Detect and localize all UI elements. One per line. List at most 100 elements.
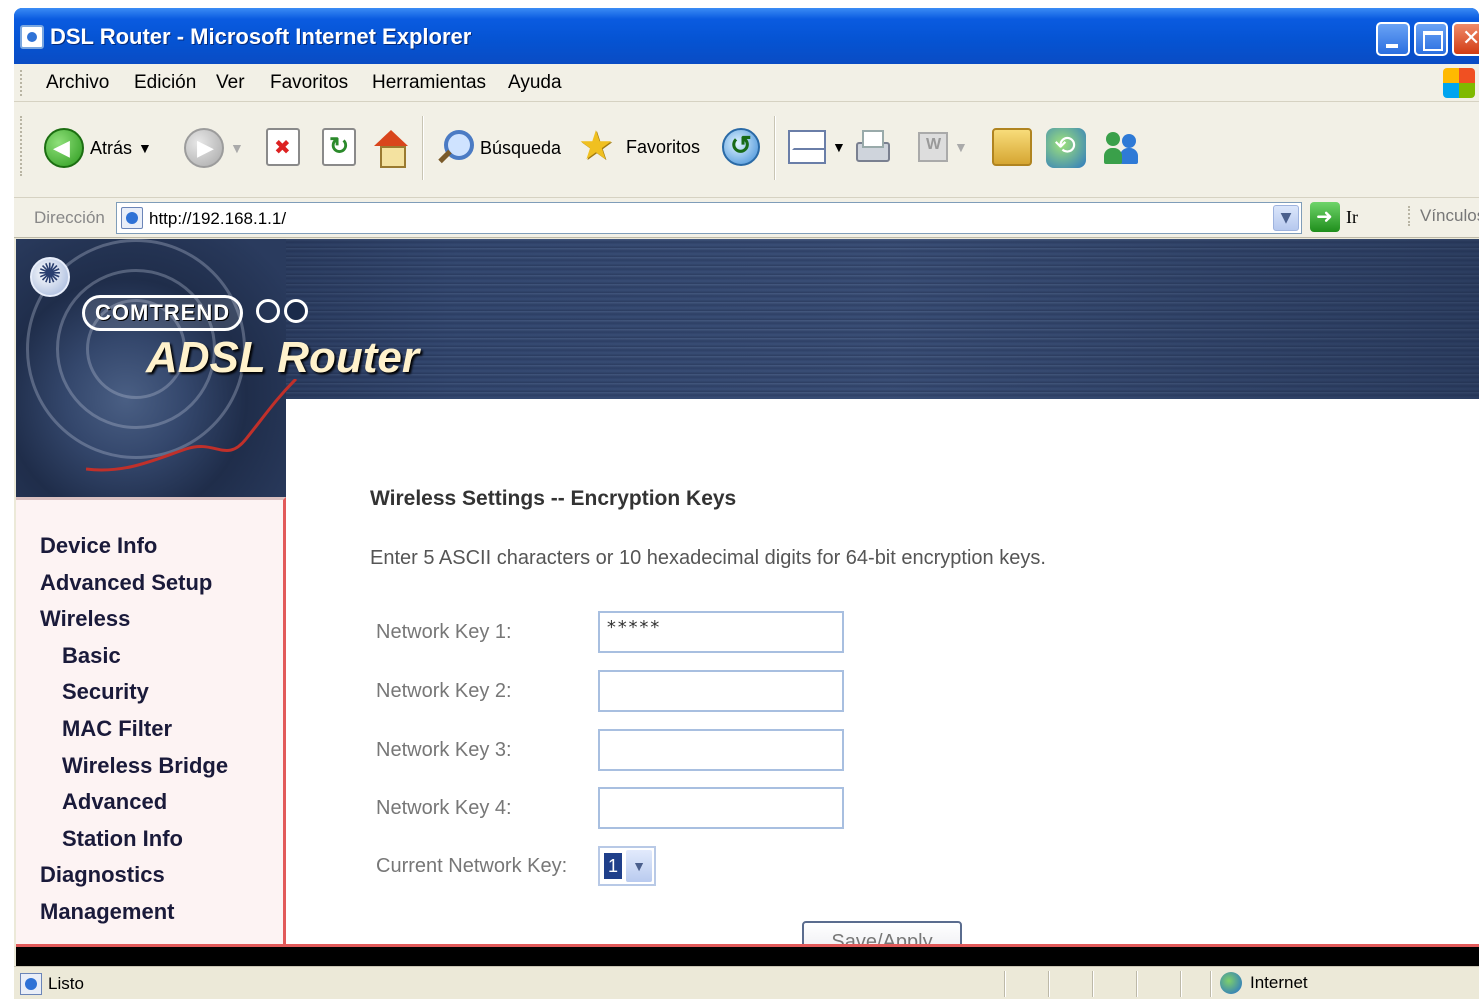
- menu-edicion[interactable]: Edición: [134, 72, 196, 94]
- red-wave-decoration: [86, 379, 298, 472]
- sidebar-nav: Device Info Advanced Setup Wireless Basi…: [16, 497, 286, 944]
- home-button[interactable]: [372, 128, 410, 168]
- page-icon: [121, 207, 143, 229]
- network-key-1-label: Network Key 1:: [376, 620, 512, 643]
- globe-icon: [1220, 972, 1242, 994]
- page-viewport: COMTREND ADSL Router Device Info Advance…: [16, 239, 1479, 966]
- zone-label: Internet: [1250, 973, 1308, 992]
- page-title: Wireless Settings -- Encryption Keys: [370, 487, 737, 510]
- network-key-3-input[interactable]: [598, 729, 844, 771]
- menu-bar: Archivo Edición Ver Favoritos Herramient…: [14, 64, 1479, 102]
- forward-arrow-icon: [184, 128, 224, 168]
- links-label[interactable]: Vínculos: [1408, 206, 1479, 226]
- print-button[interactable]: [852, 128, 890, 166]
- star-icon: ★: [578, 124, 614, 168]
- favorites-button[interactable]: ★ Favoritos: [578, 126, 700, 168]
- address-input[interactable]: http://192.168.1.1/ ▼: [116, 202, 1302, 234]
- search-icon: [434, 128, 474, 168]
- maximize-button[interactable]: [1414, 22, 1448, 56]
- history-icon: [722, 128, 760, 166]
- title-bar: DSL Router - Microsoft Internet Explorer: [14, 8, 1479, 64]
- brand-dots: [256, 299, 312, 327]
- window-title: DSL Router - Microsoft Internet Explorer: [50, 24, 472, 49]
- nav-wireless[interactable]: Wireless: [40, 601, 228, 638]
- address-url[interactable]: http://192.168.1.1/: [149, 209, 286, 229]
- mail-dropdown-icon[interactable]: ▼: [832, 139, 846, 155]
- favorites-label: Favoritos: [626, 136, 701, 157]
- network-key-4-label: Network Key 4:: [376, 796, 512, 819]
- go-arrow-icon: [1310, 202, 1340, 232]
- chevron-down-icon[interactable]: ▼: [626, 850, 652, 882]
- standard-toolbar: Atrás ▼ ▼ Búsqueda ★ Fav: [14, 102, 1479, 198]
- nav-management[interactable]: Management: [40, 894, 228, 931]
- back-dropdown-icon[interactable]: ▼: [138, 140, 152, 156]
- search-label: Búsqueda: [480, 137, 562, 158]
- status-page-icon: [20, 973, 42, 995]
- messenger-button[interactable]: [1046, 128, 1086, 168]
- menu-archivo[interactable]: Archivo: [46, 72, 109, 94]
- network-key-2-input[interactable]: [598, 670, 844, 712]
- edit-dropdown-icon[interactable]: ▼: [954, 139, 968, 155]
- toolbar-grip: [20, 116, 23, 176]
- discuss-button[interactable]: [992, 128, 1032, 166]
- address-dropdown-icon[interactable]: ▼: [1273, 205, 1299, 231]
- nav-advanced-setup[interactable]: Advanced Setup: [40, 565, 228, 602]
- toolbar-separator: [774, 116, 776, 180]
- current-network-key-value: 1: [604, 853, 622, 879]
- network-key-4-input[interactable]: [598, 787, 844, 829]
- edit-icon: [918, 132, 948, 162]
- search-button[interactable]: Búsqueda: [434, 128, 561, 168]
- refresh-button[interactable]: [322, 128, 356, 166]
- network-key-3-label: Network Key 3:: [376, 738, 512, 761]
- nav-diagnostics[interactable]: Diagnostics: [40, 857, 228, 894]
- go-label: Ir: [1346, 206, 1358, 227]
- nav-wireless-station-info[interactable]: Station Info: [40, 821, 228, 858]
- back-arrow-icon: [44, 128, 84, 168]
- stop-icon: [266, 128, 300, 166]
- history-button[interactable]: [722, 128, 760, 166]
- browser-window: DSL Router - Microsoft Internet Explorer…: [14, 8, 1479, 999]
- nav-wireless-mac-filter[interactable]: MAC Filter: [40, 711, 228, 748]
- minimize-button[interactable]: [1376, 22, 1410, 56]
- network-key-4-row: Network Key 4:: [376, 787, 844, 829]
- ie-page-icon: [20, 25, 44, 49]
- status-text: Listo: [48, 974, 84, 993]
- contacts-button[interactable]: [1102, 128, 1142, 168]
- network-key-2-label: Network Key 2:: [376, 679, 512, 702]
- msn-icon: [1046, 128, 1086, 168]
- printer-icon: [852, 128, 890, 166]
- menu-ver[interactable]: Ver: [216, 72, 245, 94]
- edit-button[interactable]: ▼: [918, 132, 968, 162]
- nav-wireless-advanced[interactable]: Advanced: [40, 784, 228, 821]
- status-bar: Listo Internet: [14, 966, 1479, 999]
- back-button[interactable]: Atrás ▼: [44, 128, 152, 168]
- menu-favoritos[interactable]: Favoritos: [270, 72, 348, 94]
- nav-wireless-bridge[interactable]: Wireless Bridge: [40, 748, 228, 785]
- network-key-2-row: Network Key 2:: [376, 670, 844, 712]
- forward-dropdown-icon[interactable]: ▼: [230, 140, 244, 156]
- address-bar: Dirección http://192.168.1.1/ ▼ Ir Víncu…: [14, 198, 1479, 238]
- discuss-icon: [992, 128, 1032, 166]
- menu-herramientas[interactable]: Herramientas: [372, 72, 486, 94]
- network-key-1-input[interactable]: *****: [598, 611, 844, 653]
- menu-ayuda[interactable]: Ayuda: [508, 72, 562, 94]
- status-separator: [1136, 971, 1138, 997]
- back-label: Atrás: [90, 137, 133, 158]
- close-button[interactable]: [1452, 22, 1479, 56]
- nav-wireless-security[interactable]: Security: [40, 674, 228, 711]
- status-separator: [1048, 971, 1050, 997]
- browser-chrome: Archivo Edición Ver Favoritos Herramient…: [14, 64, 1479, 999]
- go-button[interactable]: Ir: [1310, 202, 1358, 232]
- current-network-key-select[interactable]: 1 ▼: [598, 846, 656, 886]
- nav-device-info[interactable]: Device Info: [40, 528, 228, 565]
- mail-icon: [788, 130, 826, 164]
- security-zone: Internet: [1220, 972, 1308, 994]
- product-title: ADSL Router: [146, 333, 419, 382]
- stop-button[interactable]: [266, 128, 300, 166]
- forward-button[interactable]: ▼: [184, 128, 244, 168]
- network-key-3-row: Network Key 3:: [376, 729, 844, 771]
- mail-button[interactable]: ▼: [788, 130, 846, 164]
- status-separator: [1092, 971, 1094, 997]
- nav-wireless-basic[interactable]: Basic: [40, 638, 228, 675]
- people-icon: [1102, 128, 1142, 168]
